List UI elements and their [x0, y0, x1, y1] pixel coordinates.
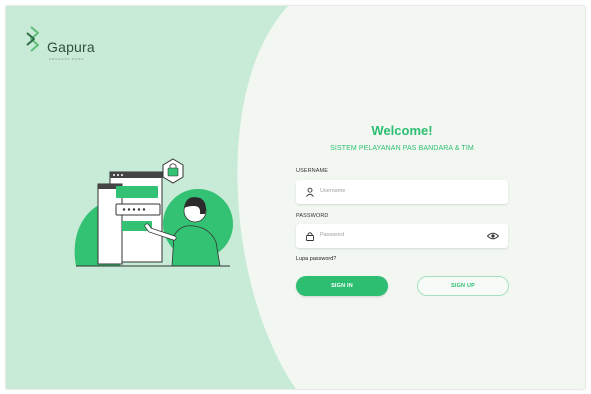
username-field[interactable]: Username	[296, 180, 508, 204]
password-placeholder: Password	[320, 232, 345, 238]
logo-icon	[26, 26, 39, 52]
username-placeholder: Username	[320, 188, 346, 194]
user-icon	[306, 187, 314, 197]
sign-in-button[interactable]: SIGN IN	[296, 276, 388, 296]
brand-name: Gapura	[47, 39, 95, 55]
password-label: PASSWORD	[296, 213, 329, 219]
username-label: USERNAME	[296, 168, 328, 174]
login-illustration	[74, 158, 233, 267]
brand-tagline: ANGKASA PURA	[49, 57, 85, 61]
eye-icon[interactable]	[487, 232, 499, 240]
lock-icon	[306, 232, 314, 241]
login-page: Gapura ANGKASA PURA Welcome! SISTEM PELA…	[6, 6, 585, 389]
password-field[interactable]: Password	[296, 224, 508, 248]
sign-up-button[interactable]: SIGN UP	[417, 276, 509, 296]
welcome-title: Welcome!	[371, 123, 433, 138]
forgot-password-link[interactable]: Lupa password?	[296, 256, 336, 262]
welcome-subtitle: SISTEM PELAYANAN PAS BANDARA & TIM	[330, 145, 474, 152]
